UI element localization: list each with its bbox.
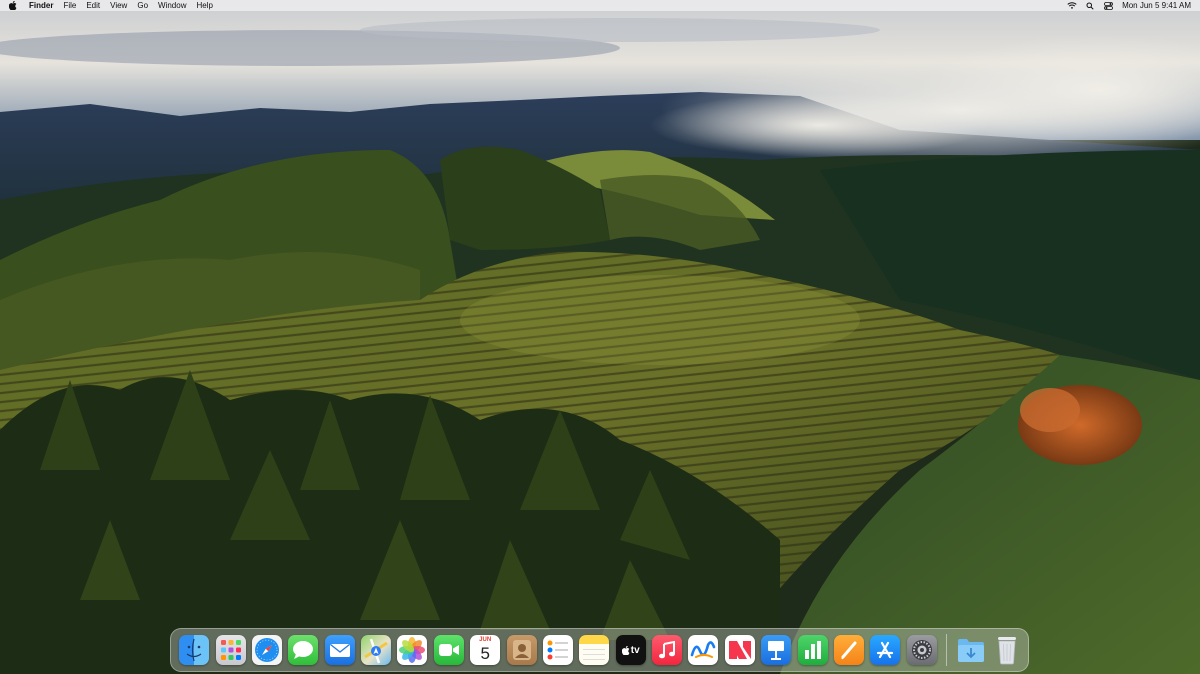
news-icon[interactable]	[724, 635, 755, 665]
menu-view[interactable]: View	[105, 0, 132, 11]
tv-label: tv	[630, 644, 640, 656]
dock: JUN 5 tv	[170, 628, 1029, 672]
apple-menu-icon[interactable]	[9, 1, 18, 11]
numbers-icon[interactable]	[797, 635, 828, 665]
mail-icon[interactable]	[324, 635, 355, 665]
contacts-icon[interactable]	[506, 635, 537, 665]
music-icon[interactable]	[652, 635, 683, 665]
keynote-icon[interactable]	[761, 635, 792, 665]
maps-icon[interactable]	[361, 635, 392, 665]
reminders-icon[interactable]	[542, 635, 573, 665]
menu-go[interactable]: Go	[132, 0, 153, 11]
menu-bar-right: Mon Jun 5 9:41 AM	[1063, 0, 1200, 11]
menu-help[interactable]: Help	[191, 0, 217, 11]
pages-icon[interactable]	[833, 635, 864, 665]
messages-icon[interactable]	[288, 635, 319, 665]
notes-icon[interactable]	[579, 635, 610, 665]
downloads-folder-icon[interactable]	[956, 635, 986, 665]
calendar-icon[interactable]: JUN 5	[470, 635, 501, 665]
desktop-wallpaper	[0, 0, 1200, 674]
photos-icon[interactable]	[397, 635, 428, 665]
control-center-icon[interactable]	[1103, 1, 1113, 11]
calendar-month-label: JUN	[479, 637, 492, 643]
finder-icon[interactable]	[179, 635, 210, 665]
menu-file[interactable]: File	[58, 0, 81, 11]
calendar-day-label: 5	[480, 644, 490, 663]
tv-icon[interactable]: tv	[615, 635, 646, 665]
facetime-icon[interactable]	[433, 635, 464, 665]
menu-bar-left: Finder File Edit View Go Window Help	[0, 0, 218, 11]
trash-icon[interactable]	[992, 635, 1022, 665]
app-store-icon[interactable]	[870, 635, 901, 665]
menu-bar: Finder File Edit View Go Window Help Mon…	[0, 0, 1200, 11]
freeform-icon[interactable]	[688, 635, 719, 665]
menu-bar-clock[interactable]: Mon Jun 5 9:41 AM	[1117, 0, 1200, 11]
settings-icon[interactable]	[906, 635, 937, 665]
menu-edit[interactable]: Edit	[81, 0, 105, 11]
launchpad-icon[interactable]	[215, 635, 246, 665]
search-icon[interactable]	[1085, 1, 1095, 11]
wifi-icon[interactable]	[1067, 1, 1077, 11]
menu-window[interactable]: Window	[153, 0, 191, 11]
dock-separator	[945, 634, 947, 666]
safari-icon[interactable]	[251, 635, 282, 665]
menu-app-name[interactable]: Finder	[26, 0, 58, 11]
